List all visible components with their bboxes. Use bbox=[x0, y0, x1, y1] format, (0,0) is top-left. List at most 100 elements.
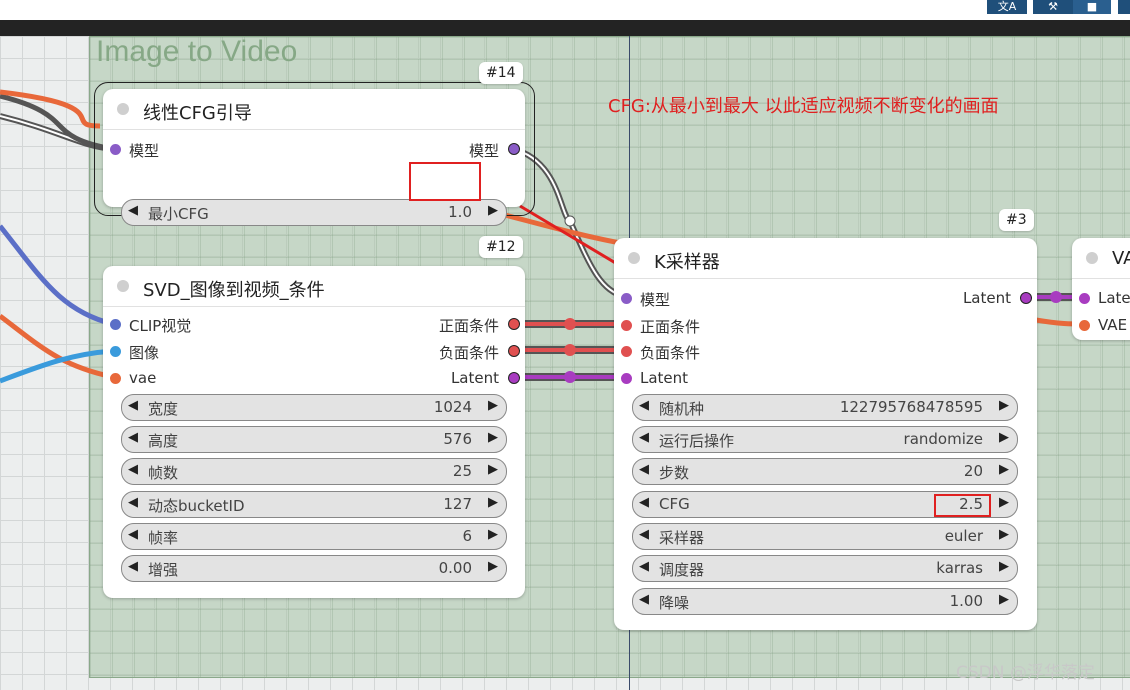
output-port-model[interactable] bbox=[508, 143, 520, 155]
input-port-clip-vision[interactable] bbox=[110, 319, 121, 330]
node-ksampler[interactable]: K采样器 模型 正面条件 负面条件 Latent Latent ◀ 随机种 12… bbox=[614, 238, 1037, 630]
widget-value[interactable]: 6 bbox=[462, 527, 472, 545]
decrement-icon[interactable]: ◀ bbox=[639, 592, 649, 607]
decrement-icon[interactable]: ◀ bbox=[128, 398, 138, 413]
decrement-icon[interactable]: ◀ bbox=[128, 430, 138, 445]
decrement-icon[interactable]: ◀ bbox=[128, 203, 138, 218]
widget-label: CFG bbox=[659, 495, 690, 513]
widget-min-cfg[interactable]: ◀ 最小CFG 1.0 ▶ bbox=[121, 199, 507, 226]
input-label: 正面条件 bbox=[640, 318, 701, 336]
decrement-icon[interactable]: ◀ bbox=[639, 398, 649, 413]
output-port-positive[interactable] bbox=[508, 318, 520, 330]
decrement-icon[interactable]: ◀ bbox=[128, 527, 138, 542]
increment-icon[interactable]: ▶ bbox=[999, 559, 1009, 574]
input-label: 模型 bbox=[640, 291, 671, 309]
widget-value[interactable]: 122795768478595 bbox=[840, 398, 983, 416]
increment-icon[interactable]: ▶ bbox=[488, 462, 498, 477]
widget-label: 随机种 bbox=[659, 400, 705, 418]
node-vae-decode[interactable]: VA Late VAE bbox=[1072, 238, 1130, 340]
widget-width[interactable]: ◀ 宽度 1024 ▶ bbox=[121, 394, 507, 421]
widget-value[interactable]: 0.00 bbox=[439, 559, 472, 577]
widget-value[interactable]: euler bbox=[945, 527, 983, 545]
input-port-positive[interactable] bbox=[621, 320, 632, 331]
collapse-dot[interactable] bbox=[628, 252, 640, 264]
output-port-latent[interactable] bbox=[508, 372, 520, 384]
widget-label: 动态bucketID bbox=[148, 497, 245, 515]
collapse-dot[interactable] bbox=[117, 280, 129, 292]
collapse-dot[interactable] bbox=[117, 103, 129, 115]
tool-icon[interactable]: ⚒ bbox=[1033, 0, 1073, 14]
widget-augmentation[interactable]: ◀ 增强 0.00 ▶ bbox=[121, 555, 507, 582]
increment-icon[interactable]: ▶ bbox=[488, 559, 498, 574]
output-label: Latent bbox=[962, 289, 1011, 307]
widget-value[interactable]: 1.00 bbox=[950, 592, 983, 610]
node-title: 线性CFG引导 bbox=[143, 103, 252, 124]
input-port-vae[interactable] bbox=[1079, 320, 1090, 331]
widget-label: 采样器 bbox=[659, 529, 705, 547]
decrement-icon[interactable]: ◀ bbox=[128, 462, 138, 477]
widget-value[interactable]: 25 bbox=[453, 462, 472, 480]
widget-denoise[interactable]: ◀ 降噪 1.00 ▶ bbox=[632, 588, 1018, 615]
increment-icon[interactable]: ▶ bbox=[999, 592, 1009, 607]
increment-icon[interactable]: ▶ bbox=[999, 430, 1009, 445]
increment-icon[interactable]: ▶ bbox=[999, 527, 1009, 542]
decrement-icon[interactable]: ◀ bbox=[128, 559, 138, 574]
input-port-image[interactable] bbox=[110, 346, 121, 357]
node-header[interactable]: VA bbox=[1072, 238, 1130, 279]
decrement-icon[interactable]: ◀ bbox=[639, 559, 649, 574]
increment-icon[interactable]: ▶ bbox=[488, 495, 498, 510]
decrement-icon[interactable]: ◀ bbox=[639, 462, 649, 477]
input-port-samples[interactable] bbox=[1079, 293, 1090, 304]
widget-value[interactable]: 576 bbox=[443, 430, 472, 448]
input-port-model[interactable] bbox=[110, 144, 121, 155]
output-port-latent[interactable] bbox=[1020, 292, 1032, 304]
node-id-badge: #3 bbox=[999, 209, 1034, 231]
output-label: 正面条件 bbox=[438, 317, 499, 335]
input-port-negative[interactable] bbox=[621, 346, 632, 357]
widget-motion-bucket-id[interactable]: ◀ 动态bucketID 127 ▶ bbox=[121, 491, 507, 518]
widget-sampler[interactable]: ◀ 采样器 euler ▶ bbox=[632, 523, 1018, 550]
increment-icon[interactable]: ▶ bbox=[999, 462, 1009, 477]
increment-icon[interactable]: ▶ bbox=[488, 203, 498, 218]
decrement-icon[interactable]: ◀ bbox=[639, 430, 649, 445]
input-label: 负面条件 bbox=[640, 344, 701, 362]
bookmark-icon[interactable]: ■ bbox=[1073, 0, 1111, 14]
widget-value[interactable]: 20 bbox=[964, 462, 983, 480]
input-port-vae[interactable] bbox=[110, 373, 121, 384]
output-port-negative[interactable] bbox=[508, 345, 520, 357]
widget-value[interactable]: randomize bbox=[904, 430, 983, 448]
extension-icon[interactable] bbox=[1118, 0, 1130, 14]
browser-toolbar: 文A ⚒ ■ bbox=[0, 0, 1130, 20]
node-svd-img2vid-conditioning[interactable]: SVD_图像到视频_条件 CLIP视觉 图像 vae 正面条件 负面条件 Lat… bbox=[103, 266, 525, 598]
widget-value[interactable]: 1.0 bbox=[448, 203, 472, 221]
decrement-icon[interactable]: ◀ bbox=[639, 527, 649, 542]
increment-icon[interactable]: ▶ bbox=[999, 495, 1009, 510]
widget-control-after-generate[interactable]: ◀ 运行后操作 randomize ▶ bbox=[632, 426, 1018, 453]
collapse-dot[interactable] bbox=[1086, 252, 1098, 264]
widget-value[interactable]: karras bbox=[936, 559, 983, 577]
node-header[interactable]: SVD_图像到视频_条件 bbox=[103, 266, 525, 307]
widget-value[interactable]: 127 bbox=[443, 495, 472, 513]
decrement-icon[interactable]: ◀ bbox=[128, 495, 138, 510]
widget-scheduler[interactable]: ◀ 调度器 karras ▶ bbox=[632, 555, 1018, 582]
increment-icon[interactable]: ▶ bbox=[488, 398, 498, 413]
increment-icon[interactable]: ▶ bbox=[999, 398, 1009, 413]
widget-frames[interactable]: ◀ 帧数 25 ▶ bbox=[121, 458, 507, 485]
widget-steps[interactable]: ◀ 步数 20 ▶ bbox=[632, 458, 1018, 485]
watermark: CSDN @浮华落定 bbox=[956, 663, 1095, 683]
widget-fps[interactable]: ◀ 帧率 6 ▶ bbox=[121, 523, 507, 550]
increment-icon[interactable]: ▶ bbox=[488, 430, 498, 445]
widget-seed[interactable]: ◀ 随机种 122795768478595 ▶ bbox=[632, 394, 1018, 421]
decrement-icon[interactable]: ◀ bbox=[639, 495, 649, 510]
increment-icon[interactable]: ▶ bbox=[488, 527, 498, 542]
widget-height[interactable]: ◀ 高度 576 ▶ bbox=[121, 426, 507, 453]
input-label: vae bbox=[129, 369, 157, 387]
input-label: Late bbox=[1098, 289, 1130, 307]
node-header[interactable]: K采样器 bbox=[614, 238, 1037, 279]
node-header[interactable]: 线性CFG引导 bbox=[103, 89, 525, 130]
graph-canvas[interactable]: Image to Video #14 线性CFG引导 模型 模型 ◀ 最小CFG… bbox=[0, 36, 1130, 690]
input-port-model[interactable] bbox=[621, 293, 632, 304]
input-port-latent[interactable] bbox=[621, 373, 632, 384]
translate-icon[interactable]: 文A bbox=[987, 0, 1027, 14]
widget-value[interactable]: 1024 bbox=[434, 398, 472, 416]
